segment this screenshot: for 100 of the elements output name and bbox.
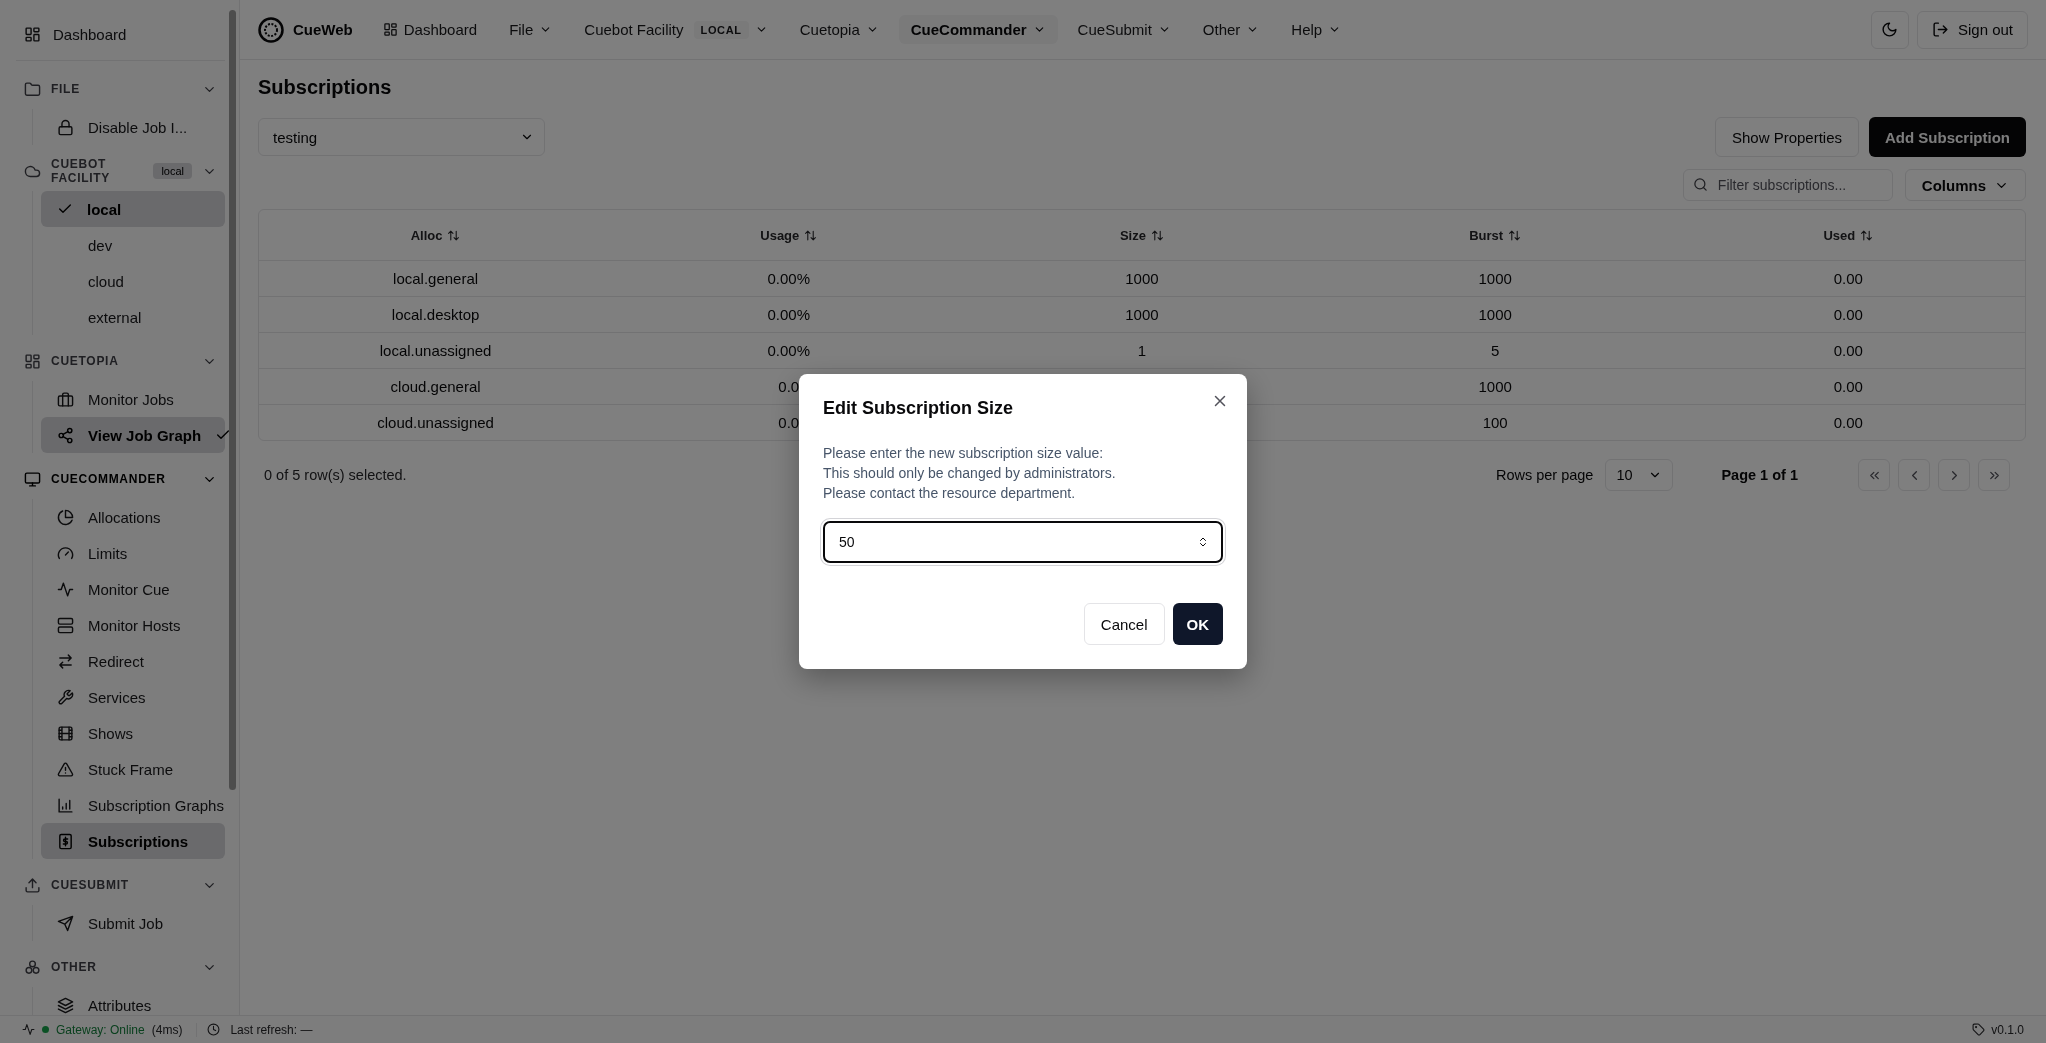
server-icon xyxy=(57,616,74,634)
latency: (4ms) xyxy=(151,1022,183,1037)
nav-menu[interactable]: CueSubmit xyxy=(1065,15,1183,44)
column-header[interactable]: Used xyxy=(1671,210,2025,261)
upload-icon xyxy=(24,876,41,894)
sidebar-item[interactable]: Monitor Cue xyxy=(41,571,225,607)
table-cell: 1000 xyxy=(1478,378,1512,395)
filter-field[interactable]: Filter subscriptions... xyxy=(1682,169,1893,201)
column-header[interactable]: Alloc xyxy=(259,210,613,261)
columns-button[interactable]: Columns xyxy=(1904,169,2026,201)
sidebar-item[interactable]: Attributes xyxy=(41,987,225,1015)
sidebar-item[interactable]: Allocations xyxy=(41,499,225,535)
sidebar-item[interactable]: Subscriptions xyxy=(41,823,225,859)
sidebar-item[interactable]: Dashboard xyxy=(16,12,225,61)
bar-chart-icon xyxy=(57,796,74,814)
table-cell: 0.00% xyxy=(767,342,811,359)
table-cell: 0.00% xyxy=(767,306,811,323)
table-cell: cloud.general xyxy=(390,378,481,395)
brand-name[interactable]: CueWeb xyxy=(293,21,353,38)
table-cell: local.desktop xyxy=(391,306,480,323)
section-header[interactable]: CUEBOT FACILITY local xyxy=(16,151,225,191)
table-cell: 1000 xyxy=(1125,270,1159,287)
sidebar-item[interactable]: Monitor Hosts xyxy=(41,607,225,643)
table-cell: local.unassigned xyxy=(379,342,492,359)
table-cell: 0.00 xyxy=(1833,306,1863,323)
nav-menu[interactable]: CueCommander xyxy=(898,15,1058,44)
next-page-button[interactable] xyxy=(1938,459,1970,491)
sort-icon xyxy=(1508,228,1522,242)
sidebar-item[interactable]: local xyxy=(41,191,225,227)
section-header[interactable]: OTHER xyxy=(16,947,225,987)
column-header[interactable]: Burst xyxy=(1318,210,1672,261)
scrollbar[interactable] xyxy=(229,10,236,790)
sidebar-item[interactable]: Disable Job I... xyxy=(41,109,225,145)
outline-button[interactable]: Cancel xyxy=(1083,603,1165,645)
table-cell: 0.0 xyxy=(778,378,800,395)
send-icon xyxy=(57,914,74,932)
primary-button[interactable]: OK xyxy=(1172,603,1223,645)
grid-icon xyxy=(382,22,398,37)
arrows-icon xyxy=(57,652,74,670)
pie-chart-icon xyxy=(57,508,74,526)
rows-per-page-label: Rows per page xyxy=(1495,467,1594,483)
sign-out-icon xyxy=(1931,21,1949,38)
page-title: Subscriptions xyxy=(258,76,393,99)
section-header[interactable]: CUESUBMIT xyxy=(16,865,225,905)
table-cell: cloud.unassigned xyxy=(377,414,494,431)
table-cell: 0.00% xyxy=(767,270,811,287)
sort-icon xyxy=(447,228,461,242)
version-label: v0.1.0 xyxy=(1991,1022,2024,1037)
nav-menu[interactable]: Help xyxy=(1279,15,1354,44)
sidebar-item[interactable]: dev xyxy=(41,227,225,263)
search-icon xyxy=(1692,177,1708,192)
moon-icon xyxy=(1881,21,1899,38)
sidebar-item[interactable]: Shows xyxy=(41,715,225,751)
sidebar-item[interactable]: Monitor Jobs xyxy=(41,381,225,417)
sidebar-item[interactable]: cloud xyxy=(41,263,225,299)
facility-badge: LOCAL xyxy=(693,20,749,39)
section-header[interactable]: CUETOPIA xyxy=(16,341,225,381)
sidebar-item[interactable]: Stuck Frame xyxy=(41,751,225,787)
size-input[interactable]: 50 xyxy=(823,521,1223,563)
table-cell: 1000 xyxy=(1478,306,1512,323)
pulse-icon xyxy=(57,580,74,598)
dialog-description: Please enter the new subscription size value: This should only be changed by administrators. Please contact the resource department. xyxy=(823,444,1117,503)
table-cell: 100 xyxy=(1482,414,1508,431)
selection-summary: 0 of 5 row(s) selected. xyxy=(264,467,407,483)
dialog-title: Edit Subscription Size xyxy=(823,398,1015,419)
gateway-status: Gateway: Online xyxy=(56,1022,145,1037)
nav-menu[interactable]: Cuebot Facility LOCAL xyxy=(572,14,780,45)
logo-icon xyxy=(258,16,284,43)
outline-button[interactable]: Show Properties xyxy=(1714,117,1859,157)
section-header[interactable]: CUECOMMANDER xyxy=(16,459,225,499)
table-cell: 0.00 xyxy=(1833,378,1863,395)
share-icon xyxy=(57,426,74,444)
nav-menu[interactable]: File xyxy=(497,15,565,44)
nav-menu[interactable]: Other xyxy=(1190,15,1272,44)
section-header[interactable]: FILE xyxy=(16,69,225,109)
sign-out-button[interactable]: Sign out xyxy=(1916,10,2028,49)
circles-icon xyxy=(24,958,41,976)
sidebar-item[interactable]: external xyxy=(41,299,225,335)
gauge-icon xyxy=(57,544,74,562)
nav-menu[interactable]: Cuetopia xyxy=(787,15,891,44)
show-select[interactable]: testing xyxy=(258,118,545,156)
nav-menu[interactable]: Dashboard xyxy=(370,15,490,44)
primary-button[interactable]: Add Subscription xyxy=(1869,117,2026,157)
column-header[interactable]: Size xyxy=(965,210,1319,261)
table-cell: 0.00 xyxy=(1833,414,1863,431)
sidebar-item[interactable]: Redirect xyxy=(41,643,225,679)
page-indicator: Page 1 of 1 xyxy=(1721,467,1798,483)
sidebar-item[interactable]: Limits xyxy=(41,535,225,571)
table-cell: 1000 xyxy=(1125,306,1159,323)
last-page-button[interactable] xyxy=(1978,459,2010,491)
sidebar-item[interactable]: Subscription Graphs xyxy=(41,787,225,823)
facility-badge: local xyxy=(153,163,192,179)
previous-page-button[interactable] xyxy=(1898,459,1930,491)
theme-toggle-button[interactable] xyxy=(1870,10,1909,49)
sidebar-item[interactable]: Services xyxy=(41,679,225,715)
first-page-button[interactable] xyxy=(1858,459,1890,491)
sidebar-item[interactable]: Submit Job xyxy=(41,905,225,941)
tag-icon xyxy=(1972,1023,1986,1036)
rows-per-page-select[interactable]: 10 xyxy=(1605,459,1674,491)
column-header[interactable]: Usage xyxy=(612,210,966,261)
